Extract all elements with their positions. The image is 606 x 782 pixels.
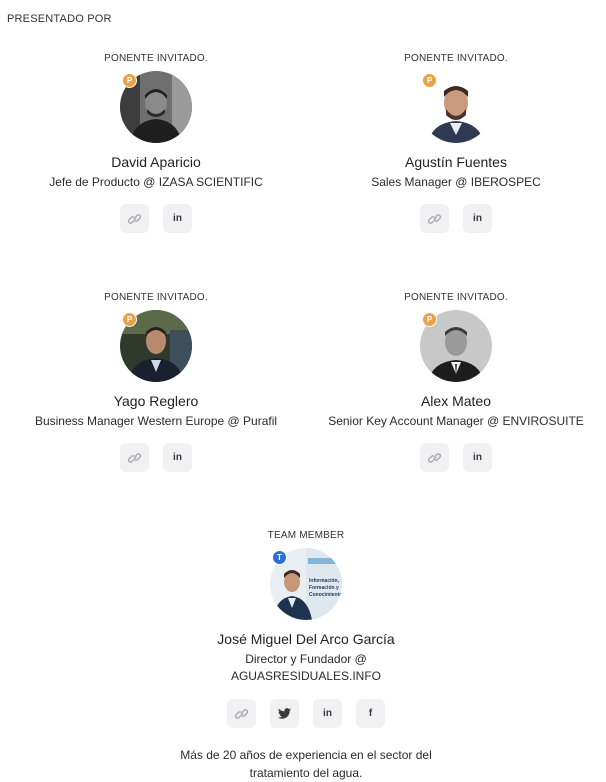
svg-text:Formación y: Formación y bbox=[309, 585, 339, 591]
team-member-card: TEAM MEMBER Información, Formación y Con… bbox=[156, 529, 456, 782]
linkedin-icon: in bbox=[173, 213, 182, 224]
speaker-role-tag: PONENTE INVITADO. bbox=[404, 53, 508, 64]
speaker-card: PONENTE INVITADO. P Agustín Fuentes Sale… bbox=[306, 52, 606, 233]
speaker-links: in bbox=[6, 204, 306, 233]
speaker-avatar[interactable]: P bbox=[120, 310, 192, 382]
team-member-links: in f bbox=[156, 699, 456, 728]
website-link-button[interactable] bbox=[120, 204, 149, 233]
team-role-tag: TEAM MEMBER bbox=[267, 530, 345, 541]
linkedin-icon: in bbox=[473, 452, 482, 463]
link-icon bbox=[127, 212, 142, 226]
team-member-company: AGUASRESIDUALES.INFO bbox=[230, 669, 382, 683]
facebook-button[interactable]: f bbox=[356, 699, 385, 728]
linkedin-button[interactable]: in bbox=[163, 204, 192, 233]
website-link-button[interactable] bbox=[420, 443, 449, 472]
speaker-card: PONENTE INVITADO. P David Aparicio Jefe … bbox=[6, 52, 306, 233]
speaker-title: Senior Key Account Manager @ ENVIROSUITE bbox=[328, 414, 584, 428]
speaker-card: PONENTE INVITADO. P Alex Mateo Senior Ke… bbox=[306, 291, 606, 472]
guest-badge: P bbox=[122, 312, 137, 327]
speaker-name: Agustín Fuentes bbox=[405, 154, 507, 170]
guest-badge: P bbox=[122, 73, 137, 88]
speaker-name: Yago Reglero bbox=[113, 393, 199, 409]
linkedin-button[interactable]: in bbox=[463, 443, 492, 472]
website-link-button[interactable] bbox=[227, 699, 256, 728]
linkedin-icon: in bbox=[323, 708, 332, 719]
link-icon bbox=[234, 707, 249, 721]
link-icon bbox=[127, 451, 142, 465]
speaker-name: David Aparicio bbox=[111, 154, 201, 170]
speaker-title: Jefe de Producto @ IZASA SCIENTIFIC bbox=[49, 175, 263, 189]
speaker-role-tag: PONENTE INVITADO. bbox=[104, 53, 208, 64]
speaker-avatar[interactable]: P bbox=[120, 71, 192, 143]
speaker-avatar[interactable]: P bbox=[420, 310, 492, 382]
guest-badge: P bbox=[422, 73, 437, 88]
linkedin-icon: in bbox=[473, 213, 482, 224]
svg-text:Información,: Información, bbox=[309, 578, 340, 584]
linkedin-button[interactable]: in bbox=[463, 204, 492, 233]
speaker-links: in bbox=[6, 443, 306, 472]
speaker-links: in bbox=[306, 443, 606, 472]
speaker-role-tag: PONENTE INVITADO. bbox=[404, 292, 508, 303]
linkedin-button[interactable]: in bbox=[163, 443, 192, 472]
link-icon bbox=[427, 212, 442, 226]
speaker-name: Alex Mateo bbox=[420, 393, 492, 409]
website-link-button[interactable] bbox=[420, 204, 449, 233]
speaker-title: Sales Manager @ IBEROSPEC bbox=[371, 175, 541, 189]
team-member-title: Director y Fundador @ bbox=[245, 652, 367, 666]
speaker-role-tag: PONENTE INVITADO. bbox=[104, 292, 208, 303]
guest-badge: P bbox=[422, 312, 437, 327]
team-member-bio: Más de 20 años de experiencia en el sect… bbox=[180, 748, 432, 780]
facebook-icon: f bbox=[368, 708, 373, 719]
linkedin-button[interactable]: in bbox=[313, 699, 342, 728]
section-title: PRESENTADO POR bbox=[7, 13, 112, 25]
twitter-icon bbox=[278, 708, 291, 719]
speaker-card: PONENTE INVITADO. P Yago Reglero Busines… bbox=[6, 291, 306, 472]
team-member-name: José Miguel Del Arco García bbox=[217, 631, 395, 647]
link-icon bbox=[427, 451, 442, 465]
twitter-button[interactable] bbox=[270, 699, 299, 728]
website-link-button[interactable] bbox=[120, 443, 149, 472]
team-badge: T bbox=[272, 550, 287, 565]
linkedin-icon: in bbox=[173, 452, 182, 463]
svg-text:Conocimiento: Conocimiento bbox=[309, 592, 342, 598]
speaker-links: in bbox=[306, 204, 606, 233]
speaker-title: Business Manager Western Europe @ Purafi… bbox=[34, 414, 278, 428]
speaker-avatar[interactable]: P bbox=[420, 71, 492, 143]
team-avatar[interactable]: Información, Formación y Conocimiento T bbox=[270, 548, 342, 620]
